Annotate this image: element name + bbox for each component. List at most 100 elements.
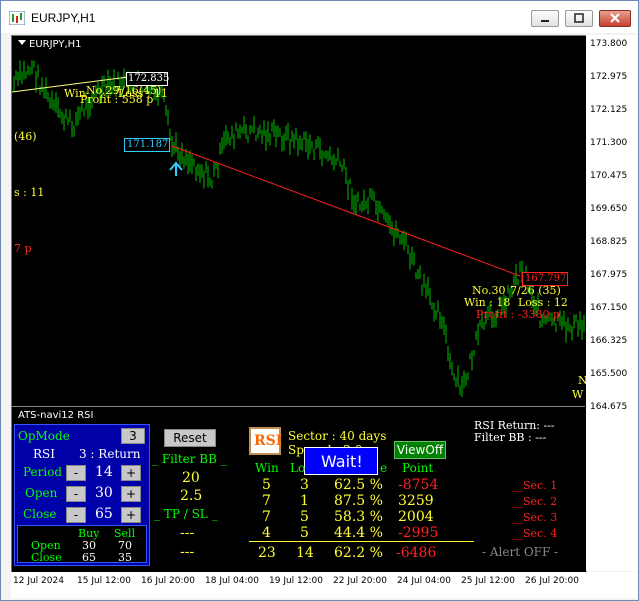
price-axis: 173.800 172.975 172.125 171.300 170.475 169.6… bbox=[586, 35, 638, 571]
time-tick: 12 Jul 2024 bbox=[13, 576, 64, 586]
reset-button[interactable]: Reset bbox=[164, 429, 216, 447]
close-label: Close bbox=[23, 507, 57, 521]
total-loss: 14 bbox=[296, 545, 314, 561]
open-plus-button[interactable]: + bbox=[121, 486, 141, 502]
stat-point: 3259 bbox=[398, 493, 434, 509]
price-tick: 169.650 bbox=[590, 204, 628, 214]
chart-window-icon bbox=[9, 11, 25, 25]
stat-rate: 44.4 % bbox=[334, 525, 383, 541]
rsi-logo-text: RSI bbox=[254, 433, 283, 449]
total-divider bbox=[249, 541, 474, 542]
right-trade-profit: Profit : -3380 p bbox=[476, 308, 560, 321]
price-tick: 172.975 bbox=[590, 72, 628, 82]
close-plus-button[interactable]: + bbox=[121, 507, 141, 523]
alert-status[interactable]: - Alert OFF - bbox=[482, 545, 558, 559]
price-tick: 164.675 bbox=[590, 402, 628, 412]
title-bar: EURJPY,H1 bbox=[1, 1, 638, 33]
filter-bb-deviation: 2.5 bbox=[180, 488, 203, 504]
price-tick: 166.325 bbox=[590, 336, 628, 346]
time-tick: 19 Jul 12:00 bbox=[269, 576, 323, 586]
left-trade-profit: Profit : 558 p bbox=[80, 93, 154, 106]
time-tick: 15 Jul 12:00 bbox=[77, 576, 131, 586]
terminal-window: EURJPY,H1 EURJPY,H1 172.835 171.187 167.… bbox=[0, 0, 639, 601]
stat-point: -8754 bbox=[398, 477, 439, 493]
total-win: 23 bbox=[258, 545, 276, 561]
close-icon bbox=[610, 13, 620, 23]
total-point: -6486 bbox=[396, 545, 437, 561]
minimize-button[interactable] bbox=[531, 10, 559, 27]
window-title: EURJPY,H1 bbox=[31, 11, 96, 25]
price-tick: 167.975 bbox=[590, 270, 628, 280]
stat-loss: 3 bbox=[300, 477, 309, 493]
tp-value: --- bbox=[180, 525, 195, 541]
time-tick: 26 Jul 20:00 bbox=[525, 576, 579, 586]
rsi-label: RSI bbox=[33, 447, 55, 461]
period-minus-button[interactable]: - bbox=[66, 465, 86, 481]
filter-bb-label: _ Filter BB _ bbox=[152, 452, 227, 466]
filter-bb-status: Filter BB : --- bbox=[474, 431, 547, 444]
close-row-label: Close bbox=[31, 551, 62, 564]
candles bbox=[13, 60, 585, 397]
stat-win: 4 bbox=[262, 525, 271, 541]
close-value: 65 bbox=[95, 506, 113, 522]
time-tick: 22 Jul 20:00 bbox=[333, 576, 387, 586]
left-edge-s: s : 11 bbox=[14, 186, 45, 199]
time-tick: 18 Jul 04:00 bbox=[205, 576, 259, 586]
left-edge-46: (46) bbox=[14, 130, 37, 143]
ea-panel: ATS-navi12 RSI OpMode 3 RSI 3 : Return P… bbox=[12, 406, 585, 571]
stat-rate: 87.5 % bbox=[334, 493, 383, 509]
stat-point: 2004 bbox=[398, 509, 434, 525]
price-tick: 167.150 bbox=[590, 303, 628, 313]
wait-text: Wait! bbox=[321, 452, 363, 471]
rsi-mode: 3 : Return bbox=[79, 447, 141, 461]
chart-menu-triangle-icon bbox=[18, 40, 26, 45]
sector-text: Sector : 40 days bbox=[288, 429, 387, 443]
settings-box: OpMode 3 RSI 3 : Return Period - 14 + Op… bbox=[14, 424, 150, 566]
opmode-value-button[interactable]: 3 bbox=[121, 428, 145, 444]
sector-label: __Sec. 4 bbox=[512, 527, 558, 540]
point-header: Point bbox=[402, 461, 434, 475]
price-box-mid: 171.187 bbox=[124, 138, 170, 152]
price-tick: 172.125 bbox=[590, 105, 628, 115]
trend-line-red bbox=[171, 145, 521, 277]
time-tick: 25 Jul 12:00 bbox=[461, 576, 515, 586]
minimize-icon bbox=[541, 20, 549, 22]
loss-header: Lo bbox=[290, 461, 306, 475]
price-tick: 173.800 bbox=[590, 39, 628, 49]
stat-win: 7 bbox=[262, 493, 271, 509]
stat-loss: 1 bbox=[300, 493, 309, 509]
time-tick: 24 Jul 04:00 bbox=[397, 576, 451, 586]
buy-sell-table: Buy Sell Open 30 70 Close 65 35 bbox=[17, 525, 147, 564]
period-value: 14 bbox=[95, 464, 113, 480]
time-axis: 12 Jul 2024 15 Jul 12:00 16 Jul 20:00 18 Ju… bbox=[11, 572, 638, 598]
time-tick: 16 Jul 20:00 bbox=[141, 576, 195, 586]
stat-rate: 62.5 % bbox=[334, 477, 383, 493]
tp-sl-label: _ TP / SL _ bbox=[154, 507, 218, 521]
sector-label: __Sec. 3 bbox=[512, 511, 558, 524]
win-header: Win bbox=[255, 461, 279, 475]
period-label: Period bbox=[23, 465, 63, 479]
close-button[interactable] bbox=[599, 10, 631, 27]
right-edge-w: W bbox=[572, 388, 584, 401]
price-tick: 170.475 bbox=[590, 171, 628, 181]
total-rate: 62.2 % bbox=[334, 545, 383, 561]
maximize-icon bbox=[574, 13, 584, 23]
rate-header: e bbox=[380, 461, 388, 475]
sl-value: --- bbox=[180, 544, 195, 560]
price-tick: 171.300 bbox=[590, 138, 628, 148]
close-minus-button[interactable]: - bbox=[66, 507, 86, 523]
open-label: Open bbox=[25, 486, 58, 500]
stat-win: 5 bbox=[262, 477, 271, 493]
open-minus-button[interactable]: - bbox=[66, 486, 86, 502]
left-edge-7p: 7 p bbox=[14, 242, 32, 255]
price-tick: 165.500 bbox=[590, 369, 628, 379]
price-tick: 168.825 bbox=[590, 237, 628, 247]
open-value: 30 bbox=[95, 485, 113, 501]
sector-label: __Sec. 2 bbox=[512, 495, 558, 508]
maximize-button[interactable] bbox=[565, 10, 593, 27]
panel-title: ATS-navi12 RSI bbox=[18, 410, 94, 421]
close-sell-value: 35 bbox=[118, 551, 132, 564]
rsi-logo: RSI bbox=[249, 427, 283, 455]
period-plus-button[interactable]: + bbox=[121, 465, 141, 481]
viewoff-button[interactable]: ViewOff bbox=[394, 441, 446, 459]
